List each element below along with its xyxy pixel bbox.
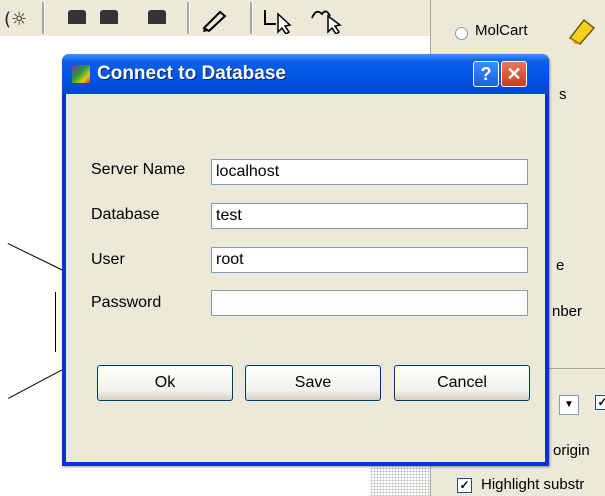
app-icon xyxy=(72,65,90,83)
molcart-label: MolCart xyxy=(475,22,528,39)
app-toolbar: (☼ xyxy=(0,0,430,36)
highlight-label: Highlight substr xyxy=(481,476,585,493)
server-name-field[interactable] xyxy=(211,159,528,185)
password-label: Password xyxy=(91,294,162,311)
partial-label: nber xyxy=(552,303,583,320)
server-name-label: Server Name xyxy=(91,161,186,178)
dropdown-arrow-icon[interactable]: ▼ xyxy=(559,395,579,415)
help-icon[interactable]: ? xyxy=(473,61,499,87)
dialog-titlebar[interactable]: Connect to Database ? ✕ xyxy=(62,54,549,94)
partial-label: s xyxy=(559,86,567,103)
connect-database-dialog: Connect to Database ? ✕ Server Name Data… xyxy=(62,54,549,466)
partial-label: origin xyxy=(553,442,590,459)
molcart-radio[interactable] xyxy=(455,27,468,40)
bond-line xyxy=(7,243,64,272)
toolbar-separator xyxy=(187,2,190,34)
database-field[interactable] xyxy=(211,203,528,229)
block-icon[interactable] xyxy=(148,10,166,24)
lasso-select-icon[interactable] xyxy=(308,6,346,36)
cancel-button[interactable]: Cancel xyxy=(394,365,530,401)
user-field[interactable] xyxy=(211,247,528,273)
bond-line xyxy=(55,292,56,352)
highlight-checkbox[interactable]: ✓ xyxy=(457,478,472,493)
svg-text:(☼: (☼ xyxy=(4,9,27,30)
pencil-icon[interactable] xyxy=(200,6,230,33)
dialog-title: Connect to Database xyxy=(97,63,286,84)
user-label: User xyxy=(91,251,125,268)
bond-line xyxy=(8,368,64,399)
checkbox-icon[interactable]: ✓ xyxy=(595,395,605,410)
select-arrow-icon[interactable] xyxy=(262,6,296,36)
eraser-icon[interactable] xyxy=(566,14,598,46)
partial-label: e xyxy=(556,257,565,274)
database-label: Database xyxy=(91,206,160,223)
toolbar-tool-icon[interactable]: (☼ xyxy=(2,6,38,30)
block-icon[interactable] xyxy=(100,10,118,24)
dialog-body: Server Name Database User Password Ok Sa… xyxy=(66,94,545,462)
close-icon[interactable]: ✕ xyxy=(501,61,527,87)
password-field[interactable] xyxy=(211,290,528,316)
block-icon[interactable] xyxy=(68,10,86,24)
toolbar-separator xyxy=(250,2,253,34)
toolbar-separator xyxy=(42,2,45,34)
ok-button[interactable]: Ok xyxy=(97,365,233,401)
save-button[interactable]: Save xyxy=(245,365,381,401)
